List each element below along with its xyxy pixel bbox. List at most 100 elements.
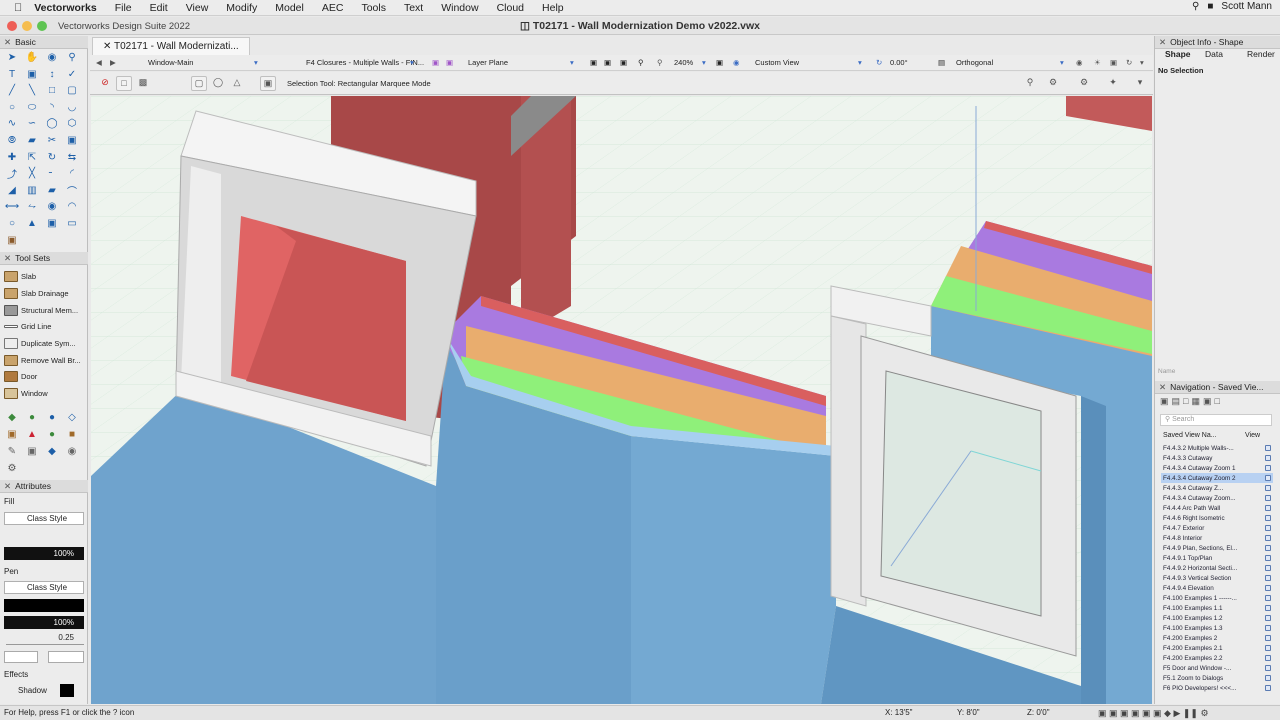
window-selector[interactable]: Window-Main: [148, 58, 193, 67]
view-checkbox-icon[interactable]: [1265, 505, 1271, 511]
close-icon[interactable]: ✕: [4, 37, 11, 47]
forward-arrow-icon[interactable]: ▶: [110, 58, 116, 67]
zoom-level[interactable]: 240%: [674, 58, 693, 67]
view-checkbox-icon[interactable]: [1265, 445, 1271, 451]
line-tool-icon[interactable]: ╱: [3, 83, 21, 98]
view-checkbox-icon[interactable]: [1265, 625, 1271, 631]
plane-rotation-icon[interactable]: ↻: [876, 58, 882, 67]
view-checkbox-icon[interactable]: [1265, 635, 1271, 641]
saved-view-row[interactable]: F4.200 Examples 2.2: [1161, 653, 1273, 663]
view-checkbox-icon[interactable]: [1265, 465, 1271, 471]
layer-options-icon[interactable]: ▣: [432, 58, 439, 67]
view-checkbox-icon[interactable]: [1265, 455, 1271, 461]
group-tool-icon[interactable]: ▭: [63, 216, 81, 231]
saved-view-row[interactable]: F4.4.3.4 Cutaway Zoom...: [1161, 493, 1273, 503]
selection-tool-icon[interactable]: ➤: [3, 50, 21, 65]
rounded-rect-tool-icon[interactable]: ▢: [63, 83, 81, 98]
no-select-icon[interactable]: ⊘: [97, 76, 113, 91]
visualization-icon[interactable]: ◆: [43, 444, 61, 459]
view-checkbox-icon[interactable]: [1265, 575, 1271, 581]
saved-view-row[interactable]: F4.4.9.1 Top/Plan: [1161, 553, 1273, 563]
trim-tool-icon[interactable]: ✂: [43, 133, 61, 148]
close-icon[interactable]: ✕: [4, 481, 11, 491]
nav-references-icon[interactable]: □: [1215, 396, 1220, 410]
extrude-tool-icon[interactable]: ▰: [43, 183, 61, 198]
text-tool-icon[interactable]: T: [3, 67, 21, 82]
saved-view-row[interactable]: F4.4.3.3 Cutaway: [1161, 453, 1273, 463]
saved-view-row[interactable]: F4.100 Examples 1 ------...: [1161, 593, 1273, 603]
zoom-tool-icon[interactable]: ⚲: [63, 50, 81, 65]
camera-icon[interactable]: ◉: [63, 444, 81, 459]
saved-view-row[interactable]: F4.100 Examples 1.2: [1161, 613, 1273, 623]
saved-view-row[interactable]: F4.4.3.4 Cutaway Zoom 1: [1161, 463, 1273, 473]
pen-opacity-bar[interactable]: 100%: [4, 616, 84, 629]
view-checkbox-icon[interactable]: [1265, 535, 1271, 541]
view-checkbox-icon[interactable]: [1265, 485, 1271, 491]
nav-saved-views-icon[interactable]: ▣: [1203, 396, 1212, 410]
single-object-mode-button[interactable]: ▢: [191, 76, 207, 91]
view-checkbox-icon[interactable]: [1265, 565, 1271, 571]
magnify-icon[interactable]: ⚲: [657, 58, 663, 67]
car-icon[interactable]: ▣: [1110, 58, 1117, 67]
pen-color-swatch[interactable]: [4, 599, 84, 612]
object-info-header[interactable]: ✕ Object Info - Shape: [1155, 36, 1280, 49]
saved-view-row[interactable]: F4.200 Examples 2.1: [1161, 643, 1273, 653]
snapping-icon[interactable]: ⚲: [1022, 76, 1038, 91]
drawing-canvas[interactable]: [91, 96, 1152, 704]
view-checkbox-icon[interactable]: [1265, 675, 1271, 681]
nav-viewports-icon[interactable]: ▦: [1191, 396, 1200, 410]
layer-selector[interactable]: Layer Plane: [468, 58, 508, 67]
view-checkbox-icon[interactable]: [1265, 595, 1271, 601]
chevron-down-icon[interactable]: ▾: [254, 58, 258, 67]
saved-view-row[interactable]: F4.4.9.3 Vertical Section: [1161, 573, 1273, 583]
menu-text[interactable]: Text: [395, 2, 432, 14]
shape-icon[interactable]: ◇: [63, 410, 81, 425]
menu-window[interactable]: Window: [432, 2, 487, 14]
search-icon[interactable]: ⚲: [1192, 1, 1199, 12]
nav-layers-icon[interactable]: ▤: [1172, 396, 1181, 410]
tool-set-item[interactable]: Slab: [4, 268, 36, 284]
user-name[interactable]: Scott Mann: [1221, 1, 1272, 12]
menu-view[interactable]: View: [177, 2, 218, 14]
tool-set-item[interactable]: Remove Wall Br...: [4, 352, 81, 368]
saved-view-row[interactable]: F4.4.9.2 Horizontal Secti...: [1161, 563, 1273, 573]
menu-model[interactable]: Model: [266, 2, 313, 14]
rectangle-tool-icon[interactable]: □: [43, 83, 61, 98]
view-selector[interactable]: Custom View: [755, 58, 799, 67]
menu-cloud[interactable]: Cloud: [488, 2, 533, 14]
view-checkbox-icon[interactable]: [1265, 605, 1271, 611]
double-line-tool-icon[interactable]: ╲: [23, 83, 41, 98]
rectangular-marquee-mode-button[interactable]: □: [116, 76, 132, 91]
saved-view-row[interactable]: F4.4.4 Arc Path Wall: [1161, 503, 1273, 513]
spiral-tool-icon[interactable]: ⦾: [3, 133, 21, 148]
view-checkbox-icon[interactable]: [1265, 515, 1271, 521]
view-checkbox-icon[interactable]: [1265, 645, 1271, 651]
view-checkbox-icon[interactable]: [1265, 555, 1271, 561]
tool-set-item[interactable]: Slab Drainage: [4, 285, 69, 301]
back-arrow-icon[interactable]: ◀: [96, 58, 102, 67]
lasso-mode-icon[interactable]: ▩: [135, 76, 151, 91]
arc-length-tool-icon[interactable]: ◠: [63, 199, 81, 214]
quarter-arc-tool-icon[interactable]: ◡: [63, 100, 81, 115]
resize-tool-icon[interactable]: ⇱: [23, 150, 41, 165]
render-mode-icon[interactable]: ▣: [716, 58, 723, 67]
callout-tool-icon[interactable]: ▣: [23, 67, 41, 82]
detail-icon[interactable]: ▣: [23, 444, 41, 459]
menu-aec[interactable]: AEC: [313, 2, 353, 14]
sync-icon[interactable]: ↻: [1126, 58, 1132, 67]
saved-view-row[interactable]: F4.4.6 Right Isometric: [1161, 513, 1273, 523]
view-checkbox-icon[interactable]: [1265, 525, 1271, 531]
furniture-icon[interactable]: ▲: [23, 427, 41, 442]
projection-icon[interactable]: ▤: [938, 58, 945, 67]
polyline-tool-icon[interactable]: ∽: [23, 116, 41, 131]
tool-set-item[interactable]: Window: [4, 385, 48, 401]
view-checkbox-icon[interactable]: [1265, 545, 1271, 551]
dimension-line-tool-icon[interactable]: ⟷: [3, 199, 21, 214]
saved-view-row[interactable]: F4.4.3.4 Cutaway Z...: [1161, 483, 1273, 493]
polygon-select-icon[interactable]: △: [229, 76, 245, 91]
view-checkbox-icon[interactable]: [1265, 665, 1271, 671]
chamfer-tool-icon[interactable]: ◢: [3, 183, 21, 198]
view-checkbox-icon[interactable]: [1265, 585, 1271, 591]
menu-modify[interactable]: Modify: [217, 2, 266, 14]
selection-preferences-button[interactable]: ▣: [260, 76, 276, 91]
